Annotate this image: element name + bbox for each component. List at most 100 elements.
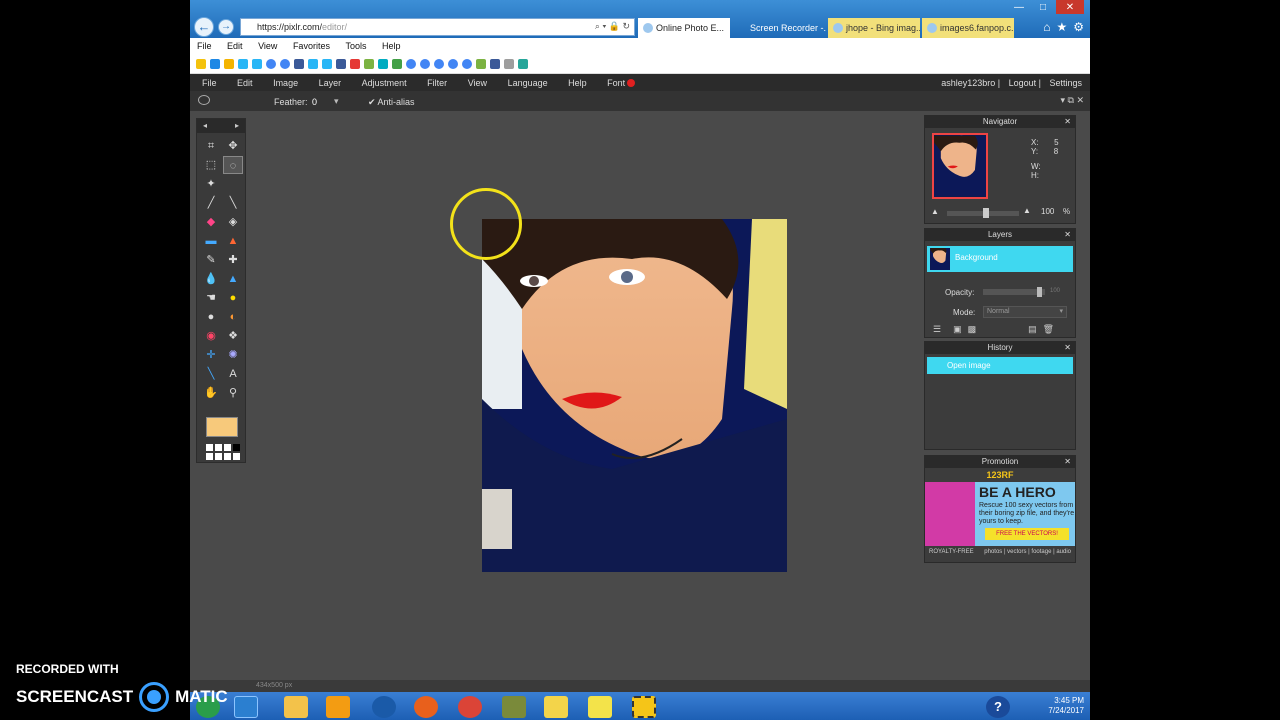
favorite-icon[interactable] bbox=[196, 59, 206, 69]
facebook-icon[interactable] bbox=[490, 59, 500, 69]
favorite-icon[interactable] bbox=[322, 59, 332, 69]
app-taskbar-icon[interactable] bbox=[544, 696, 568, 718]
tab-jhope-bing[interactable]: jhope - Bing imag... bbox=[828, 18, 920, 38]
zoom-slider-thumb[interactable] bbox=[983, 208, 989, 218]
address-bar[interactable]: https://pixlr.com/editor/ ⌕ ▾ 🔒 ↻ bbox=[240, 18, 635, 36]
feather-value[interactable]: 0 bbox=[312, 97, 317, 107]
home-icon[interactable]: ⌂ bbox=[1043, 20, 1050, 34]
antialias-checkbox[interactable]: ✔ Anti-alias bbox=[368, 97, 415, 108]
ie-taskbar-icon[interactable] bbox=[234, 696, 258, 718]
crop-tool-icon[interactable]: ⌗ bbox=[201, 137, 221, 155]
hand-tool-icon[interactable]: ✋ bbox=[201, 384, 221, 402]
ie-menu-view[interactable]: View bbox=[251, 38, 283, 51]
minimize-button[interactable]: — bbox=[1008, 0, 1030, 14]
feather-dropdown-icon[interactable]: ▾ bbox=[334, 96, 339, 107]
text-tool-icon[interactable]: A bbox=[223, 365, 243, 383]
google-icon[interactable] bbox=[406, 59, 416, 69]
facebook-icon[interactable] bbox=[336, 59, 346, 69]
google-icon[interactable] bbox=[462, 59, 472, 69]
pixlr-menu-adjustment[interactable]: Adjustment bbox=[350, 74, 413, 88]
favorite-icon[interactable] bbox=[252, 59, 262, 69]
promo-banner[interactable]: BE A HERO Rescue 100 sexy vectors from t… bbox=[925, 482, 1075, 546]
gradient-tool-icon[interactable]: ▬ bbox=[201, 232, 221, 250]
tab-screen-recorder[interactable]: Screen Recorder -... bbox=[732, 18, 826, 38]
layer-menu-icon[interactable]: ☰ bbox=[933, 324, 941, 335]
pencil-tool-icon[interactable]: ╱ bbox=[201, 194, 221, 212]
media-player-taskbar-icon[interactable] bbox=[326, 696, 350, 718]
heal-tool-icon[interactable]: ✚ bbox=[223, 251, 243, 269]
google-icon[interactable] bbox=[434, 59, 444, 69]
tab-online-photo-editor[interactable]: Online Photo E... bbox=[638, 18, 730, 38]
favorite-icon[interactable] bbox=[476, 59, 486, 69]
zoom-tool-icon[interactable]: ⚲ bbox=[223, 384, 243, 402]
help-icon[interactable]: ? bbox=[986, 696, 1010, 718]
pixlr-menu-edit[interactable]: Edit bbox=[225, 74, 259, 88]
tab-fanpop[interactable]: images6.fanpop.c... bbox=[922, 18, 1014, 38]
favorite-icon[interactable] bbox=[364, 59, 374, 69]
smudge-tool-icon[interactable]: ☚ bbox=[201, 289, 221, 307]
line-tool-icon[interactable]: ╲ bbox=[201, 365, 221, 383]
burn-tool-icon[interactable]: ● bbox=[201, 308, 221, 326]
wand-tool-icon[interactable]: ✦ bbox=[201, 175, 221, 193]
layer-mask-icon[interactable]: ▣ bbox=[953, 324, 962, 335]
zoom-value[interactable]: 100 bbox=[1041, 207, 1054, 216]
favorite-icon[interactable] bbox=[378, 59, 388, 69]
snip-taskbar-icon[interactable] bbox=[632, 696, 656, 718]
favorite-icon[interactable] bbox=[392, 59, 402, 69]
zoom-slider[interactable] bbox=[947, 208, 1019, 218]
marquee-tool-icon[interactable]: ⬚ bbox=[201, 156, 221, 174]
history-item[interactable]: Open image bbox=[927, 357, 1073, 374]
pixlr-menu-view[interactable]: View bbox=[456, 74, 493, 88]
favorite-icon[interactable] bbox=[238, 59, 248, 69]
favorite-icon[interactable] bbox=[224, 59, 234, 69]
ie-menu-edit[interactable]: Edit bbox=[220, 38, 249, 51]
lasso-tool-icon[interactable]: ◌ bbox=[223, 156, 243, 174]
color-swatch[interactable] bbox=[206, 417, 238, 437]
move-tool-icon[interactable]: ✥ bbox=[223, 137, 243, 155]
app-taskbar-icon[interactable] bbox=[502, 696, 526, 718]
close-icon[interactable]: ✕ bbox=[1064, 456, 1071, 468]
google-icon[interactable] bbox=[266, 59, 276, 69]
pixlr-menu-file[interactable]: File bbox=[190, 74, 223, 88]
close-button[interactable]: ✕ bbox=[1056, 0, 1084, 14]
google-icon[interactable] bbox=[420, 59, 430, 69]
forward-button[interactable]: → bbox=[218, 19, 234, 35]
pixlr-menu-language[interactable]: Language bbox=[496, 74, 554, 88]
pixlr-menu-layer[interactable]: Layer bbox=[307, 74, 348, 88]
dodge-tool-icon[interactable]: ◐ bbox=[223, 308, 243, 326]
hp-taskbar-icon[interactable] bbox=[372, 696, 396, 718]
favorite-icon[interactable] bbox=[504, 59, 514, 69]
favorites-star-icon[interactable]: ★ bbox=[1056, 20, 1067, 34]
facebook-icon[interactable] bbox=[294, 59, 304, 69]
back-button[interactable]: ← bbox=[194, 17, 214, 37]
color-grid[interactable] bbox=[206, 444, 240, 460]
mode-select[interactable]: Normal ▾ bbox=[983, 306, 1067, 318]
chrome-taskbar-icon[interactable] bbox=[458, 696, 482, 718]
favorite-icon[interactable] bbox=[210, 59, 220, 69]
promo-cta-button[interactable]: FREE THE VECTORS! bbox=[985, 528, 1069, 540]
lasso-tool-icon[interactable] bbox=[198, 95, 210, 105]
opacity-slider[interactable] bbox=[983, 287, 1045, 297]
layer-item[interactable]: Background bbox=[927, 246, 1073, 272]
drop-tool-icon[interactable]: 💧 bbox=[201, 270, 221, 288]
pixlr-menu-image[interactable]: Image bbox=[261, 74, 304, 88]
favorite-icon[interactable] bbox=[518, 59, 528, 69]
navigator-thumbnail[interactable] bbox=[932, 133, 988, 199]
pinch-tool-icon[interactable]: ✺ bbox=[223, 346, 243, 364]
arrow-right-icon[interactable]: ▸ bbox=[235, 121, 239, 131]
zoom-out-icon[interactable]: ▲ bbox=[931, 207, 939, 216]
explorer-taskbar-icon[interactable] bbox=[284, 696, 308, 718]
close-icon[interactable]: ✕ bbox=[1064, 342, 1071, 354]
maximize-button[interactable]: □ bbox=[1032, 0, 1054, 14]
sponge-tool-icon[interactable]: ● bbox=[223, 289, 243, 307]
arrow-left-icon[interactable]: ◂ bbox=[203, 121, 207, 131]
zoom-in-icon[interactable]: ▲ bbox=[1023, 206, 1031, 215]
google-icon[interactable] bbox=[448, 59, 458, 69]
pixlr-menu-font[interactable]: Font bbox=[595, 74, 641, 88]
stamp-tool-icon[interactable]: ▲ bbox=[223, 232, 243, 250]
firefox-taskbar-icon[interactable] bbox=[414, 696, 438, 718]
google-icon[interactable] bbox=[280, 59, 290, 69]
redeye-tool-icon[interactable]: ◉ bbox=[201, 327, 221, 345]
layer-style-icon[interactable]: ▩ bbox=[968, 324, 977, 335]
ie-menu-tools[interactable]: Tools bbox=[338, 38, 372, 51]
